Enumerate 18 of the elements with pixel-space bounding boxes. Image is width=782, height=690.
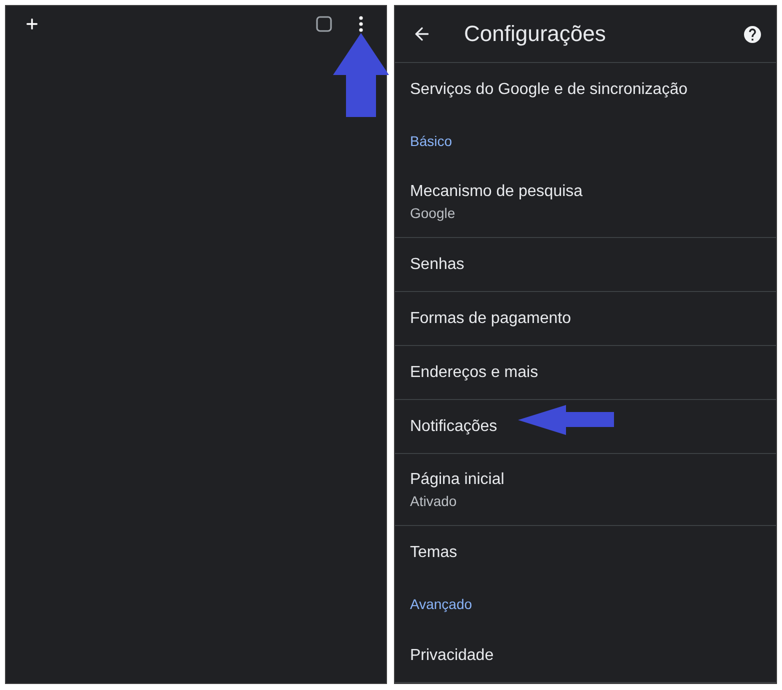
add-icon[interactable] (24, 16, 40, 32)
square-icon[interactable] (316, 16, 332, 32)
settings-item[interactable]: Página inicial (410, 469, 504, 490)
settings-item[interactable]: Temas (410, 542, 458, 563)
settings-item[interactable]: Endereços e mais (410, 362, 538, 383)
more-options-icon[interactable] (359, 16, 363, 32)
setting-summary: Google (410, 204, 456, 222)
settings-item[interactable]: Mecanismo de pesquisa (410, 181, 583, 202)
settings-item[interactable]: Senhas (410, 254, 464, 275)
settings-item[interactable]: Formas de pagamento (410, 308, 571, 329)
section-header: Básico (410, 132, 452, 150)
setting-summary: Ativado (410, 492, 457, 510)
settings-item[interactable]: Notificações (410, 416, 498, 437)
page-title: Configurações (464, 20, 606, 48)
settings-item[interactable]: Privacidade (410, 645, 494, 666)
settings-item[interactable]: Serviços do Google e de sincronização (410, 79, 688, 100)
section-header: Avançado (410, 595, 472, 613)
help-icon[interactable] (744, 26, 761, 42)
